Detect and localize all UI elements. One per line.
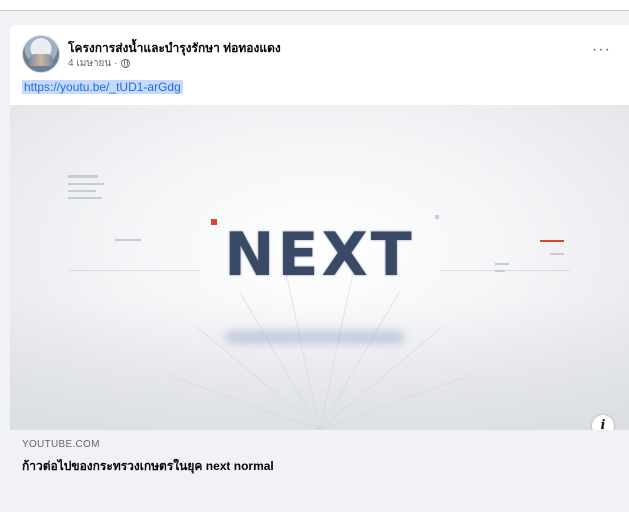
post-link[interactable]: https://youtu.be/_tUD1-arGdg	[22, 80, 183, 94]
thumb-deco	[68, 197, 102, 199]
thumb-deco	[68, 183, 104, 185]
post-meta: 4 เมษายน ·	[68, 56, 131, 71]
top-divider	[0, 0, 629, 11]
post-timestamp[interactable]: 4 เมษายน ·	[68, 56, 117, 71]
more-options-button[interactable]: ···	[592, 41, 611, 59]
link-title[interactable]: ก้าวต่อไปของกระทรวงเกษตรในยุค next norma…	[22, 457, 274, 476]
thumbnail-subtitle-blur	[225, 330, 405, 344]
page-avatar[interactable]	[22, 35, 60, 73]
globe-icon	[121, 59, 131, 68]
video-thumbnail[interactable]: NEXT	[10, 105, 629, 430]
thumbnail-headline: NEXT	[224, 220, 415, 290]
post-card: โครงการส่งน้ำและบำรุงรักษา ท่อทองแดง 4 เ…	[10, 25, 629, 483]
thumb-deco	[435, 215, 439, 219]
thumb-deco	[68, 190, 96, 192]
link-domain: YOUTUBE.COM	[22, 439, 100, 450]
post-header: โครงการส่งน้ำและบำรุงรักษา ท่อทองแดง 4 เ…	[10, 25, 629, 105]
thumb-deco	[68, 175, 98, 178]
thumb-floor	[10, 300, 629, 430]
link-preview[interactable]: YOUTUBE.COM ก้าวต่อไปของกระทรวงเกษตรในยุ…	[10, 430, 629, 483]
